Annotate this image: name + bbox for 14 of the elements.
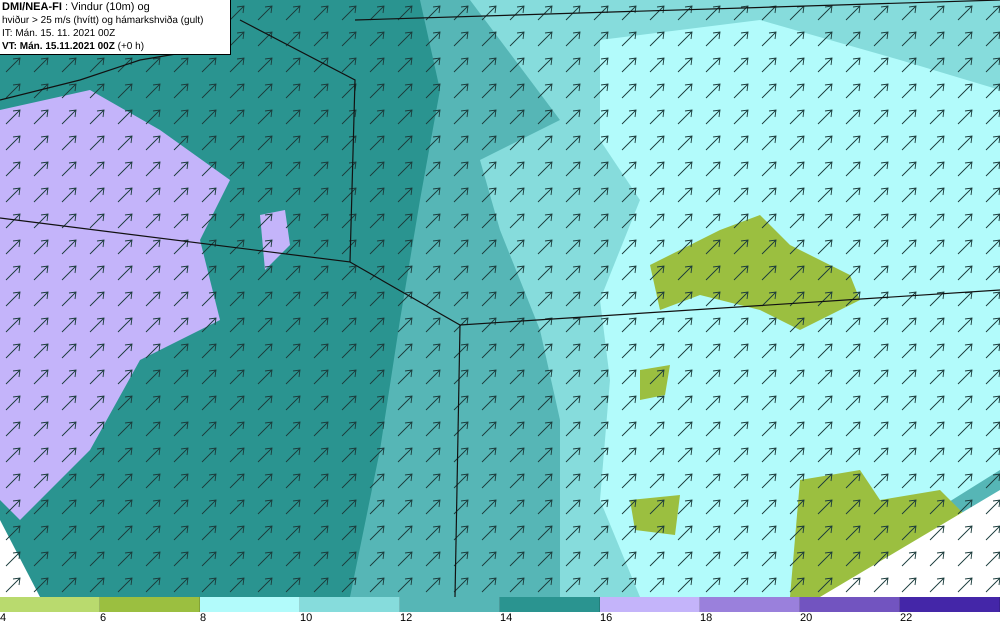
title-line: DMI/NEA-FI : Vindur (10m) og — [2, 1, 151, 14]
title-line: VT: Mán. 15.11.2021 00Z (+0 h) — [2, 40, 146, 53]
title-line: IT: Mán. 15. 11. 2021 00Z — [2, 27, 116, 40]
legend-label: 6 — [100, 612, 106, 625]
legend-label: 10 — [300, 612, 312, 625]
legend-label: 18 — [700, 612, 712, 625]
legend-label: 20 — [800, 612, 812, 625]
legend-label: 8 — [200, 612, 206, 625]
legend-label: 14 — [500, 612, 512, 625]
title-line: hviður > 25 m/s (hvítt) og hámarkshviða (gult) — [2, 14, 204, 27]
legend-label: 22 — [900, 612, 912, 625]
legend-label: 4 — [0, 612, 6, 625]
legend-label: 12 — [400, 612, 412, 625]
legend-label: 16 — [600, 612, 612, 625]
